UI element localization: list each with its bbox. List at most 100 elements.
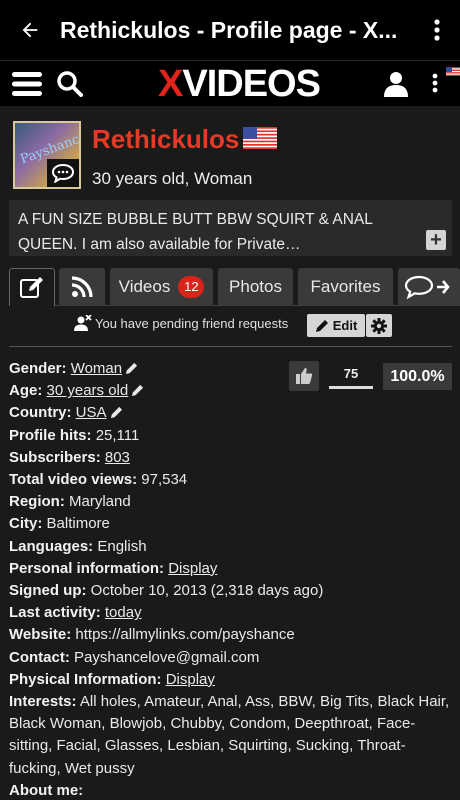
back-button[interactable] xyxy=(0,0,60,60)
detail-label: Languages: xyxy=(9,537,94,555)
profile-hits-value: 25,111 xyxy=(95,426,140,444)
detail-country: Country: USA xyxy=(9,402,454,424)
language-flag-button[interactable] xyxy=(446,63,460,81)
more-vert-icon xyxy=(432,73,438,93)
detail-label: Personal information: xyxy=(9,559,165,577)
chat-button[interactable] xyxy=(47,159,79,187)
subscribers-link[interactable]: 803 xyxy=(105,449,130,466)
arrow-left-icon xyxy=(22,22,38,38)
city-value: Baltimore xyxy=(46,515,110,533)
edit-square-icon xyxy=(20,276,43,298)
detail-signed-up: Signed up: October 10, 2013 (2,318 days … xyxy=(9,580,454,602)
detail-subscribers: Subscribers: 803 xyxy=(9,447,454,469)
detail-languages: Languages: English xyxy=(9,536,454,558)
tab-videos[interactable]: Videos 12 xyxy=(110,268,213,306)
pencil-icon xyxy=(315,319,328,332)
overflow-menu-button[interactable] xyxy=(422,19,452,41)
detail-label: Last activity: xyxy=(9,604,101,622)
detail-profile-hits: Profile hits: 25,111 xyxy=(9,425,454,447)
languages-value: English xyxy=(97,537,147,555)
search-icon xyxy=(57,71,83,97)
country-link[interactable]: USA xyxy=(76,404,107,421)
detail-label: Gender: xyxy=(9,360,67,377)
physical-info-display-link[interactable]: Display xyxy=(166,671,215,688)
profile-details: Gender: Woman Age: 30 years old Country:… xyxy=(9,358,454,800)
hamburger-icon xyxy=(12,72,42,96)
section-divider xyxy=(9,346,452,347)
detail-label: Total video views: xyxy=(9,471,138,489)
detail-label: Subscribers: xyxy=(9,448,101,466)
window-title: Rethickulos - Profile page - X... xyxy=(60,16,398,43)
age-link[interactable]: 30 years old xyxy=(47,382,129,399)
more-vert-icon xyxy=(434,19,440,41)
detail-label: Website: xyxy=(9,626,72,644)
contact-value: Payshancelove@gmail.com xyxy=(74,648,260,666)
site-logo[interactable]: XVIDEOS xyxy=(158,63,321,105)
detail-label: City: xyxy=(9,515,43,533)
us-flag-icon xyxy=(446,67,460,76)
hamburger-menu-button[interactable] xyxy=(12,71,42,102)
detail-age: Age: 30 years old xyxy=(9,380,454,402)
signed-up-value: October 10, 2013 (2,318 days ago) xyxy=(90,582,324,600)
gender-link[interactable]: Woman xyxy=(71,360,122,377)
logo-text: VIDEOS xyxy=(182,63,321,105)
detail-about-me: About me: xyxy=(9,780,454,800)
detail-last-activity: Last activity: today xyxy=(9,602,454,624)
personal-info-display-link[interactable]: Display xyxy=(168,560,217,577)
detail-physical-info: Physical Information: Display xyxy=(9,669,454,691)
settings-button[interactable] xyxy=(366,314,392,337)
website-value[interactable]: https://allmylinks.com/payshance xyxy=(75,626,294,643)
country-flag xyxy=(243,127,277,154)
tab-photos-label: Photos xyxy=(229,277,282,296)
site-more-button[interactable] xyxy=(432,73,438,98)
search-button[interactable] xyxy=(56,70,83,102)
pencil-icon[interactable] xyxy=(125,362,138,375)
account-button[interactable] xyxy=(384,71,408,102)
total-views-value: 97,534 xyxy=(141,471,188,489)
detail-website: Website: https://allmylinks.com/payshanc… xyxy=(9,624,454,646)
detail-label: Country: xyxy=(9,404,72,422)
us-flag-icon xyxy=(243,127,277,149)
detail-city: City: Baltimore xyxy=(9,513,454,535)
detail-region: Region: Maryland xyxy=(9,491,454,513)
chat-bubble-icon xyxy=(51,163,75,183)
user-icon xyxy=(384,72,408,97)
friend-requests-text: You have pending friend requests xyxy=(95,315,289,331)
pencil-icon[interactable] xyxy=(110,406,123,419)
detail-label: Signed up: xyxy=(9,582,87,600)
profile-tabs: Videos 12 Photos Favorites xyxy=(9,268,460,306)
detail-label: Contact: xyxy=(9,648,70,666)
detail-total-views: Total video views: 97,534 xyxy=(9,469,454,491)
detail-gender: Gender: Woman xyxy=(9,358,454,380)
profile-avatar[interactable]: Payshance xyxy=(13,121,81,189)
profile-age-gender: 30 years old, Woman xyxy=(92,169,253,188)
detail-label: Age: xyxy=(9,382,43,400)
detail-label: About me: xyxy=(9,781,84,799)
profile-name: Rethickulos xyxy=(92,124,240,154)
tab-edit-profile[interactable] xyxy=(9,268,55,306)
logo-x: X xyxy=(158,63,183,105)
rss-icon xyxy=(71,276,93,298)
add-friend-icon xyxy=(74,315,92,331)
tab-feed[interactable] xyxy=(59,268,105,306)
detail-label: Interests: xyxy=(9,693,77,711)
tab-favorites[interactable]: Favorites xyxy=(298,268,393,306)
expand-bio-button[interactable]: + xyxy=(426,230,446,250)
detail-interests: Interests: All holes, Amateur, Anal, Ass… xyxy=(9,691,454,780)
detail-contact: Contact: Payshancelove@gmail.com xyxy=(9,647,454,669)
tab-photos[interactable]: Photos xyxy=(218,268,293,306)
bio-text: A FUN SIZE BUBBLE BUTT BBW SQUIRT & ANAL… xyxy=(18,211,373,253)
detail-label: Physical Information: xyxy=(9,670,162,688)
edit-label: Edit xyxy=(332,318,358,333)
tab-videos-label: Videos xyxy=(118,277,171,296)
arrow-right-icon xyxy=(437,280,450,294)
detail-personal-info: Personal information: Display xyxy=(9,558,454,580)
friend-requests-notice[interactable]: You have pending friend requests xyxy=(74,315,288,331)
app-bar: Rethickulos - Profile page - X... xyxy=(0,0,460,60)
site-header: XVIDEOS xyxy=(0,60,460,106)
detail-label: Region: xyxy=(9,493,65,511)
edit-profile-button[interactable]: Edit xyxy=(307,314,365,337)
last-activity-link[interactable]: today xyxy=(105,604,142,621)
pencil-icon[interactable] xyxy=(131,384,144,397)
tab-messages[interactable] xyxy=(398,268,460,306)
